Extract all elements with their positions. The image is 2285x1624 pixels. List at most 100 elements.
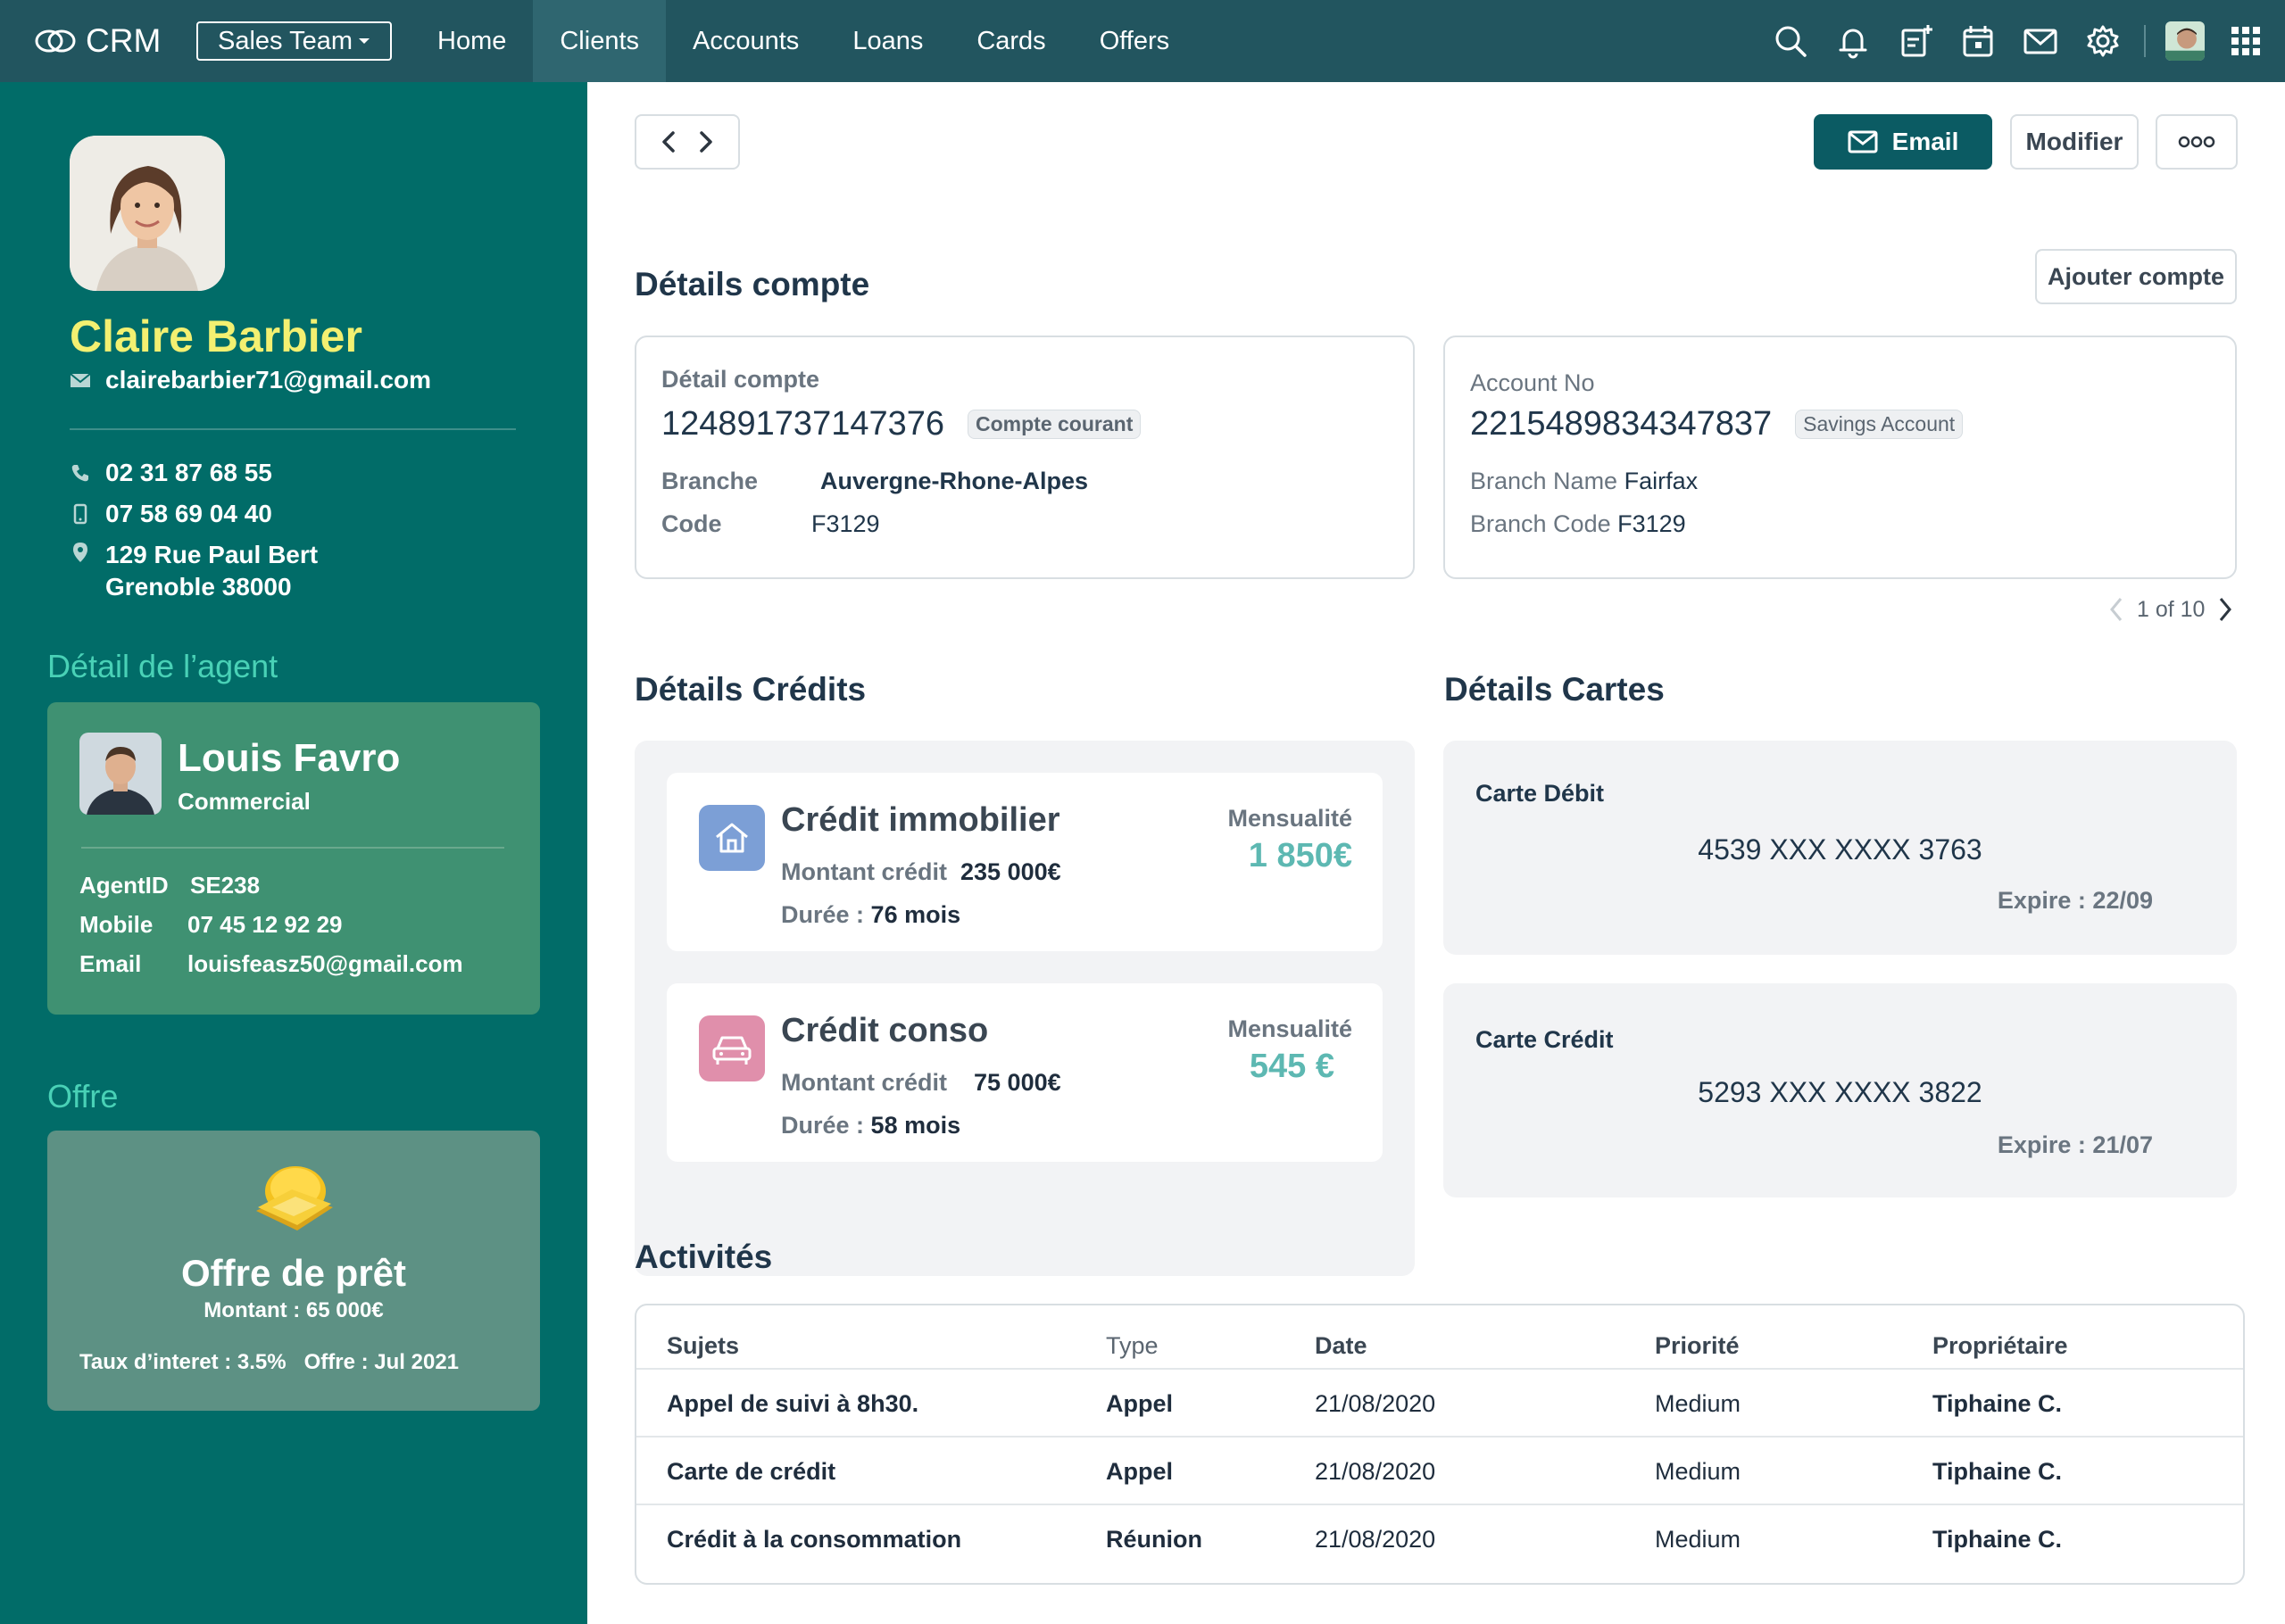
card-item[interactable]: Carte Débit 4539 XXX XXXX 3763 Expire : … bbox=[1443, 741, 2237, 955]
mail-icon bbox=[1848, 130, 1878, 153]
account-number: 2215489834347837 bbox=[1470, 405, 1773, 443]
client-address: 129 Rue Paul Bert Grenoble 38000 bbox=[70, 541, 318, 601]
agent-email[interactable]: louisfeasz50@gmail.com bbox=[187, 950, 463, 978]
branch-label: Branch Name bbox=[1470, 468, 1618, 494]
agent-name: Louis Favro bbox=[178, 736, 401, 780]
client-phone-row[interactable]: 02 31 87 68 55 bbox=[70, 459, 272, 487]
bell-icon[interactable] bbox=[1832, 20, 1874, 62]
nav-item-clients[interactable]: Clients bbox=[533, 0, 667, 82]
brand[interactable]: CRM bbox=[34, 21, 161, 61]
credit-name: Crédit immobilier bbox=[781, 801, 1060, 839]
toolbar-icons bbox=[1769, 20, 2267, 62]
client-mobile: 07 58 69 04 40 bbox=[105, 500, 272, 527]
nav-item-label: Accounts bbox=[693, 26, 800, 55]
account-pager: 1 of 10 bbox=[2105, 594, 2237, 625]
card-type: Carte Crédit bbox=[1475, 1026, 1614, 1053]
nav-more-button[interactable] bbox=[1196, 0, 1250, 82]
table-row[interactable]: Crédit à la consommation Réunion 21/08/2… bbox=[636, 1504, 2243, 1571]
credits-panel: Crédit immobilier Montant crédit 235 000… bbox=[635, 741, 1415, 1276]
client-sidebar: Claire Barbier clairebarbier71@gmail.com… bbox=[0, 82, 587, 1624]
top-navigation-bar: CRM Sales Team Home Clients Accounts Loa… bbox=[0, 0, 2285, 82]
column-header[interactable]: Propriétaire bbox=[1932, 1305, 2068, 1370]
card-expiry: Expire : 22/09 bbox=[1997, 887, 2153, 914]
card-number: 5293 XXX XXXX 3822 bbox=[1698, 1076, 1982, 1108]
client-mobile-row[interactable]: 07 58 69 04 40 bbox=[70, 500, 272, 528]
nav-item-offers[interactable]: Offers bbox=[1073, 0, 1196, 82]
phone-icon bbox=[71, 465, 88, 482]
card-expiry: Expire : 21/07 bbox=[1997, 1131, 2153, 1158]
house-icon bbox=[699, 805, 765, 871]
email-button[interactable]: Email bbox=[1814, 114, 1992, 170]
pager-text: 1 of 10 bbox=[2137, 596, 2206, 622]
client-phone: 02 31 87 68 55 bbox=[105, 459, 272, 486]
amount-label: Montant crédit bbox=[781, 1069, 947, 1096]
chevron-left-icon[interactable] bbox=[2105, 594, 2128, 625]
add-note-icon[interactable] bbox=[1894, 20, 1937, 62]
mail-icon[interactable] bbox=[2019, 20, 2062, 62]
chevron-left-icon[interactable] bbox=[652, 124, 687, 160]
app-grid-icon[interactable] bbox=[2224, 20, 2267, 62]
caret-down-icon bbox=[359, 38, 370, 44]
table-row[interactable]: Appel de suivi à 8h30. Appel 21/08/2020 … bbox=[636, 1368, 2243, 1436]
more-actions-button[interactable] bbox=[2156, 114, 2238, 170]
nav-item-cards[interactable]: Cards bbox=[950, 0, 1072, 82]
cell-type: Appel bbox=[1106, 1389, 1174, 1417]
user-avatar[interactable] bbox=[2165, 21, 2205, 61]
account-card[interactable]: Account No 2215489834347837 Savings Acco… bbox=[1443, 336, 2237, 579]
cell-owner: Tiphaine C. bbox=[1932, 1389, 2063, 1417]
table-row[interactable]: Carte de crédit Appel 21/08/2020 Medium … bbox=[636, 1436, 2243, 1504]
edit-button[interactable]: Modifier bbox=[2010, 114, 2139, 170]
card-number: 4539 XXX XXXX 3763 bbox=[1698, 833, 1982, 866]
cell-date: 21/08/2020 bbox=[1315, 1457, 1436, 1485]
cell-subject: Carte de crédit bbox=[667, 1457, 836, 1485]
agent-mobile[interactable]: 07 45 12 92 29 bbox=[187, 911, 343, 939]
nav-item-loans[interactable]: Loans bbox=[826, 0, 950, 82]
card-item[interactable]: Carte Crédit 5293 XXX XXXX 3822 Expire :… bbox=[1443, 983, 2237, 1197]
cell-owner: Tiphaine C. bbox=[1932, 1525, 2063, 1553]
code-value: F3129 bbox=[1617, 510, 1686, 537]
client-email-row[interactable]: clairebarbier71@gmail.com bbox=[70, 366, 431, 394]
monthly-label: Mensualité bbox=[1227, 805, 1352, 832]
brand-name: CRM bbox=[86, 22, 162, 59]
account-label: Account No bbox=[1470, 369, 1595, 396]
nav-item-label: Offers bbox=[1099, 26, 1170, 55]
car-icon bbox=[699, 1015, 765, 1081]
calendar-icon[interactable] bbox=[1957, 20, 1999, 62]
column-header[interactable]: Sujets bbox=[667, 1305, 739, 1370]
main-content: Email Modifier Détails compte Ajouter co… bbox=[587, 82, 2285, 1624]
location-pin-icon bbox=[73, 543, 87, 562]
agent-photo bbox=[79, 733, 162, 815]
offer-card[interactable]: Offre de prêt Montant : 65 000€ Taux d’i… bbox=[47, 1131, 540, 1411]
account-number-row: 2215489834347837 Savings Account bbox=[1470, 405, 1964, 443]
nav-item-label: Home bbox=[437, 26, 507, 55]
client-email: clairebarbier71@gmail.com bbox=[105, 366, 432, 394]
table-header: Sujets Type Date Priorité Propriétaire bbox=[636, 1305, 2243, 1370]
search-icon[interactable] bbox=[1769, 20, 1812, 62]
code-value: F3129 bbox=[811, 510, 880, 537]
address-line-1: 129 Rue Paul Bert bbox=[105, 541, 319, 568]
add-account-button[interactable]: Ajouter compte bbox=[2035, 249, 2237, 304]
chevron-right-icon[interactable] bbox=[687, 124, 723, 160]
credits-title: Détails Crédits bbox=[635, 671, 867, 708]
amount-label: Montant crédit bbox=[781, 858, 947, 885]
credit-item[interactable]: Crédit conso Montant crédit 75 000€ Duré… bbox=[667, 983, 1383, 1162]
column-header[interactable]: Type bbox=[1106, 1305, 1159, 1370]
gear-icon[interactable] bbox=[2081, 20, 2124, 62]
chevron-right-icon[interactable] bbox=[2214, 594, 2237, 625]
credit-item[interactable]: Crédit immobilier Montant crédit 235 000… bbox=[667, 773, 1383, 951]
nav-item-home[interactable]: Home bbox=[411, 0, 533, 82]
column-header[interactable]: Priorité bbox=[1655, 1305, 1740, 1370]
offer-amount: Montant : 65 000€ bbox=[204, 1298, 384, 1322]
account-number-row: 124891737147376 Compte courant bbox=[661, 405, 1142, 443]
cell-type: Réunion bbox=[1106, 1525, 1202, 1553]
column-header[interactable]: Date bbox=[1315, 1305, 1367, 1370]
card-type: Carte Débit bbox=[1475, 780, 1605, 807]
team-select[interactable]: Sales Team bbox=[196, 21, 392, 61]
cell-date: 21/08/2020 bbox=[1315, 1525, 1436, 1553]
code-label: Branch Code bbox=[1470, 510, 1611, 537]
amount-value: 235 000€ bbox=[960, 858, 1061, 885]
nav-item-accounts[interactable]: Accounts bbox=[666, 0, 826, 82]
account-label: Détail compte bbox=[661, 366, 820, 393]
account-card[interactable]: Détail compte 124891737147376 Compte cou… bbox=[635, 336, 1415, 579]
branch-value: Fairfax bbox=[1624, 468, 1699, 494]
